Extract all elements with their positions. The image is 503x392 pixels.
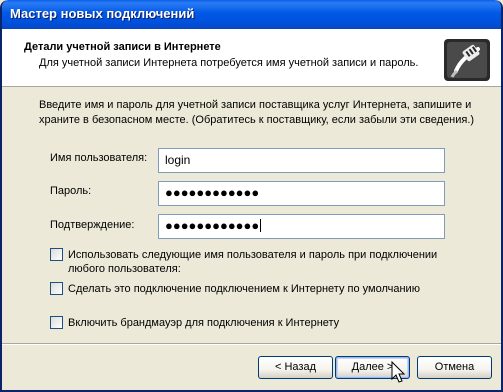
option-firewall[interactable]: Включить брандмауэр для подключения к Ин… <box>50 316 470 330</box>
option-default-connection[interactable]: Сделать это подключение подключением к И… <box>50 282 470 296</box>
mouse-pointer-icon <box>391 361 405 383</box>
checkbox-default-connection[interactable] <box>50 282 63 295</box>
window-title: Мастер новых подключений <box>10 6 195 21</box>
password-label: Пароль: <box>50 185 92 197</box>
option-same-credentials-label: Использовать следующие имя пользователя … <box>68 248 437 276</box>
back-button[interactable]: < Назад <box>258 356 333 379</box>
option-firewall-label: Включить брандмауэр для подключения к Ин… <box>68 317 340 329</box>
password-field[interactable]: ●●●●●●●●●●●● <box>158 181 445 206</box>
option-same-credentials[interactable]: Использовать следующие имя пользователя … <box>50 248 470 278</box>
checkbox-firewall[interactable] <box>50 316 63 329</box>
option-same-credentials-line1: Использовать следующие имя пользователя … <box>68 249 438 261</box>
username-field[interactable]: login <box>158 148 445 173</box>
header-title: Детали учетной записи в Интернете <box>24 41 221 53</box>
wizard-body: Введите имя и пароль для учетной записи … <box>2 88 501 342</box>
text-caret <box>260 219 262 232</box>
title-bar[interactable]: Мастер новых подключений <box>2 0 501 29</box>
option-default-connection-label: Сделать это подключение подключением к И… <box>68 283 420 295</box>
footer-divider <box>2 343 501 345</box>
username-label: Имя пользователя: <box>50 152 148 164</box>
confirm-label: Подтверждение: <box>50 219 135 231</box>
network-cable-icon <box>444 39 490 81</box>
confirm-value: ●●●●●●●●●●●● <box>165 218 260 233</box>
intro-text: Введите имя и пароль для учетной записи … <box>39 99 475 126</box>
checkbox-same-credentials[interactable] <box>50 248 63 261</box>
wizard-window: Мастер новых подключений Детали учетной … <box>0 0 503 392</box>
wizard-header: Детали учетной записи в Интернете Для уч… <box>2 29 501 87</box>
cancel-button[interactable]: Отмена <box>417 356 492 379</box>
confirm-field[interactable]: ●●●●●●●●●●●● <box>158 214 445 239</box>
option-same-credentials-line2: любого пользователя: <box>68 263 181 275</box>
header-subtitle: Для учетной записи Интернета потребуется… <box>39 57 419 69</box>
